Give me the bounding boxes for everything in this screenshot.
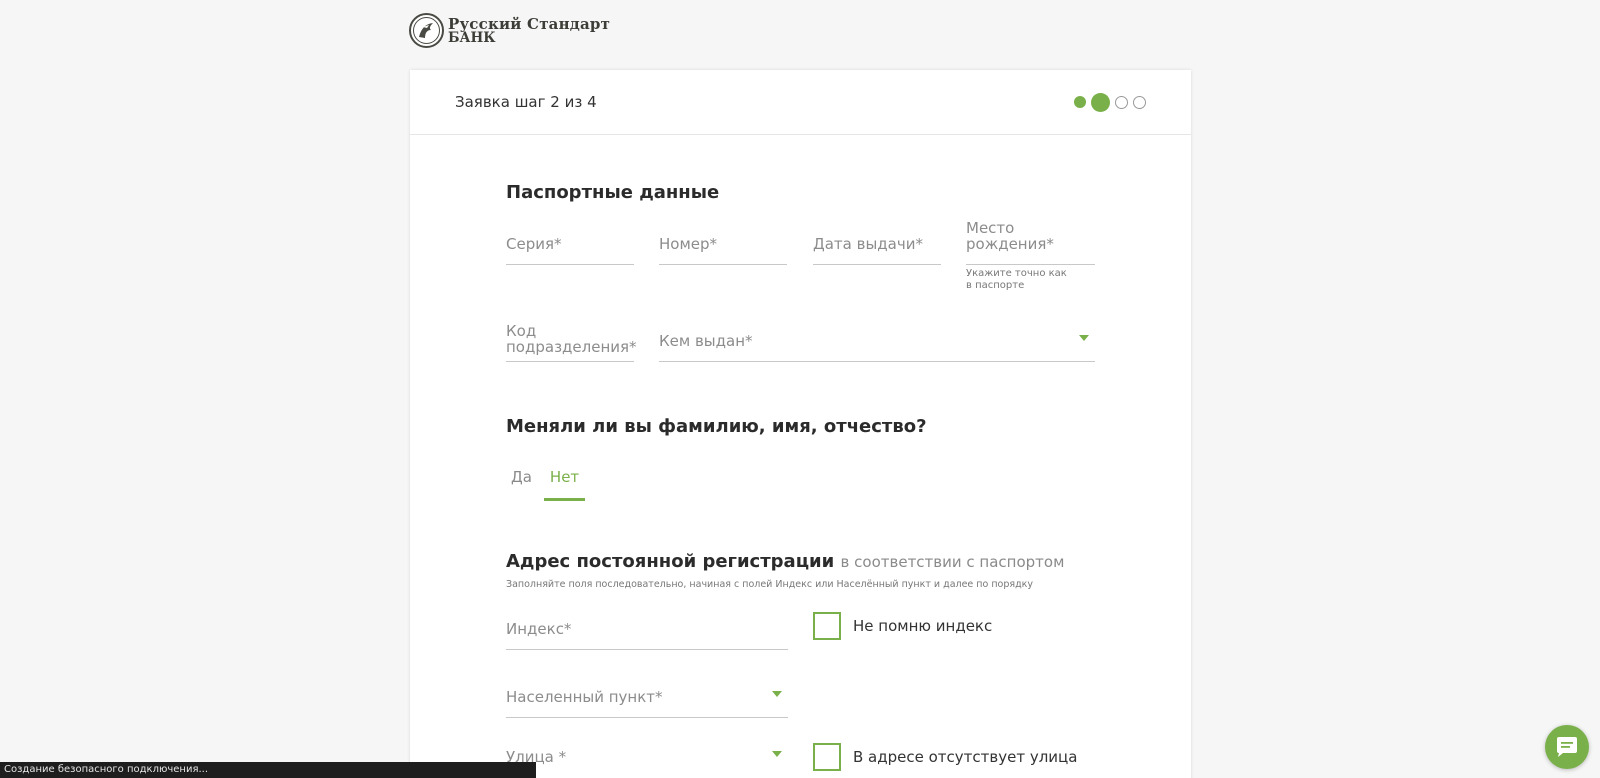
bank-name-line1: Русский Стандарт [448,14,611,33]
step-progress [1074,92,1146,112]
address-section-title: Адрес постоянной регистрации в соответст… [506,551,1064,572]
issued-by-select[interactable]: Кем выдан* [659,320,1095,362]
passport-series-input[interactable]: Серия* [506,226,634,265]
name-change-no-tab[interactable]: Нет [543,466,586,501]
forgot-index-checkbox-row[interactable]: Не помню индекс [813,612,992,640]
step-dot-3 [1115,95,1128,109]
chevron-down-icon [772,691,782,697]
name-change-yes-tab[interactable]: Да [505,466,538,501]
no-street-checkbox-row[interactable]: В адресе отсутствует улица [813,743,1077,771]
chevron-down-icon [1079,335,1089,341]
department-code-input[interactable]: Код подразделения* [506,314,637,362]
bank-emblem-icon [409,13,444,48]
chat-button[interactable] [1545,725,1589,769]
issue-date-placeholder: Дата выдачи* [813,235,923,253]
form-header: Заявка шаг 2 из 4 [410,70,1191,135]
forgot-index-checkbox[interactable] [813,612,841,640]
chevron-down-icon [772,751,782,757]
department-code-placeholder: Код подразделения* [506,323,637,355]
forgot-index-label: Не помню индекс [853,617,993,635]
street-select[interactable]: Улица * [506,740,788,778]
address-hint: Заполняйте поля последовательно, начиная… [506,579,1034,590]
bank-logo[interactable]: Русский Стандарт БАНК [409,13,610,48]
name-change-toggle: Да Нет [505,466,591,501]
step-title: Заявка шаг 2 из 4 [455,93,597,111]
birthplace-placeholder: Место рождения* [966,219,1054,253]
passport-series-placeholder: Серия* [506,235,562,253]
step-dot-2 [1091,92,1110,112]
passport-section-title: Паспортные данные [506,182,720,203]
step-dot-1 [1074,96,1086,108]
passport-number-placeholder: Номер* [659,235,718,253]
department-code-line2: подразделения* [506,338,637,356]
address-title-main: Адрес постоянной регистрации [506,551,835,572]
chat-bubble-icon [1557,737,1577,757]
address-title-sub: в соответствии с паспортом [840,553,1065,571]
issued-by-placeholder: Кем выдан* [659,332,753,350]
step-dot-4 [1133,95,1146,109]
name-change-title: Меняли ли вы фамилию, имя, отчество? [506,416,927,437]
birthplace-hint-line2: в паспорте [966,280,1025,291]
issue-date-input[interactable]: Дата выдачи* [813,226,941,265]
bank-name-line2: БАНК [448,29,496,46]
passport-number-input[interactable]: Номер* [659,226,787,265]
locality-select[interactable]: Населенный пункт* [506,672,788,718]
locality-placeholder: Населенный пункт* [506,688,663,706]
birthplace-input[interactable]: Место рождения* [966,220,1095,265]
no-street-checkbox[interactable] [813,743,841,771]
postal-index-placeholder: Индекс* [506,620,572,638]
department-code-line1: Код [506,322,537,340]
bank-name: Русский Стандарт БАНК [448,14,611,46]
birthplace-hint: Укажите точно как в паспорте [966,268,1067,292]
postal-index-input[interactable]: Индекс* [506,604,788,650]
browser-status-bar: Создание безопасного подключения... [0,762,536,778]
birthplace-hint-line1: Укажите точно как [966,268,1067,279]
no-street-label: В адресе отсутствует улица [853,748,1078,766]
